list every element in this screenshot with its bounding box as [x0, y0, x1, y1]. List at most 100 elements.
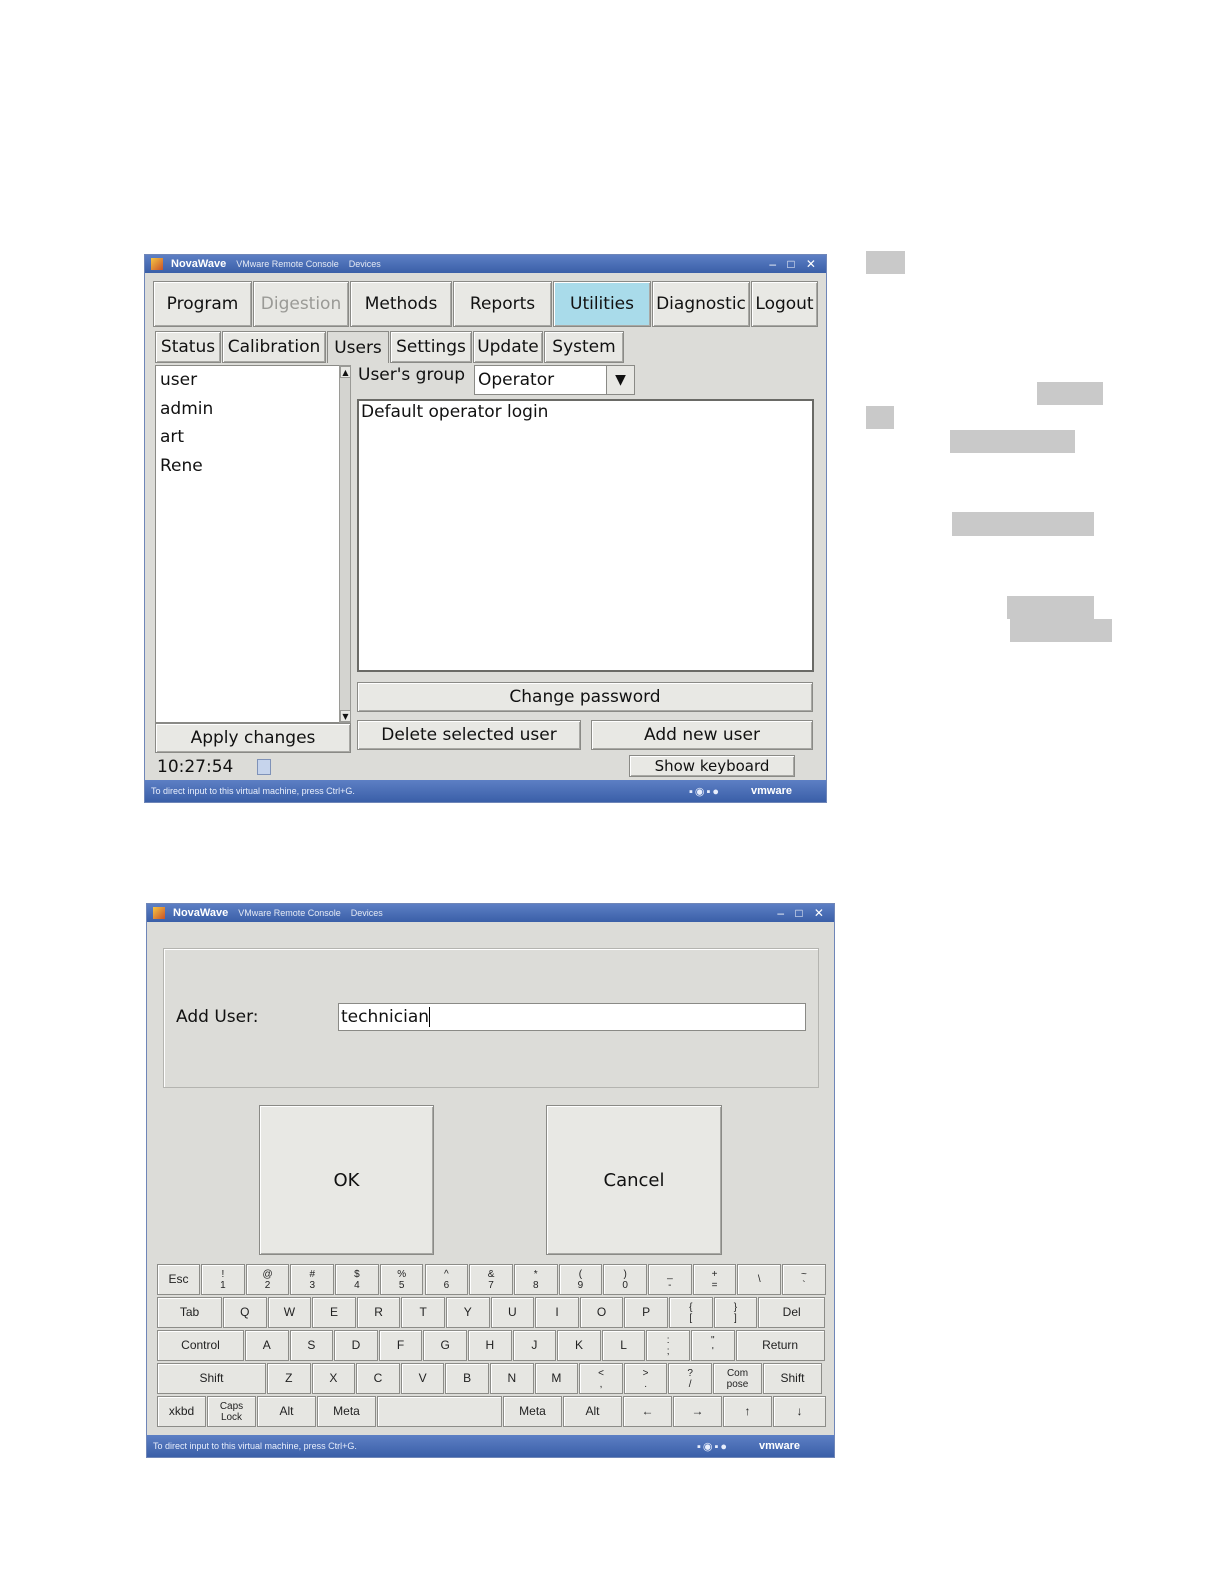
- key-c[interactable]: C: [356, 1363, 400, 1394]
- key-symbol[interactable]: \: [737, 1264, 782, 1295]
- user-description-field[interactable]: Default operator login: [357, 399, 814, 672]
- key-shift[interactable]: Shift: [157, 1363, 266, 1394]
- key-3[interactable]: #3: [290, 1264, 335, 1295]
- key-symbol[interactable]: " ': [691, 1330, 735, 1361]
- tab-digestion[interactable]: Digestion: [253, 281, 349, 327]
- key-9[interactable]: (9: [558, 1264, 603, 1295]
- list-item[interactable]: art: [156, 423, 339, 452]
- scroll-up-icon[interactable]: ▲: [340, 366, 351, 378]
- key-meta[interactable]: Meta: [317, 1396, 376, 1427]
- key-o[interactable]: O: [579, 1297, 624, 1328]
- key-space[interactable]: [377, 1396, 502, 1427]
- key-symbol[interactable]: ? /: [668, 1363, 712, 1394]
- apply-changes-button[interactable]: Apply changes: [155, 723, 351, 753]
- key-control[interactable]: Control: [157, 1330, 244, 1361]
- key-symbol[interactable]: ↑: [723, 1396, 772, 1427]
- key-n[interactable]: N: [490, 1363, 534, 1394]
- list-item[interactable]: admin: [156, 395, 339, 424]
- key-f[interactable]: F: [378, 1330, 423, 1361]
- key-k[interactable]: K: [557, 1330, 601, 1361]
- key-r[interactable]: R: [356, 1297, 401, 1328]
- key-y[interactable]: Y: [446, 1297, 490, 1328]
- show-keyboard-button[interactable]: Show keyboard: [629, 755, 795, 777]
- user-list-scrollbar[interactable]: ▲ ▼: [339, 365, 351, 723]
- key-7[interactable]: & 7: [469, 1264, 513, 1295]
- user-list[interactable]: user admin art Rene: [155, 365, 340, 723]
- list-item[interactable]: Rene: [156, 452, 339, 481]
- key-w[interactable]: W: [267, 1297, 312, 1328]
- key-v[interactable]: V: [400, 1363, 445, 1394]
- tab-diagnostic[interactable]: Diagnostic: [652, 281, 750, 327]
- delete-user-button[interactable]: Delete selected user: [357, 720, 581, 750]
- window-controls[interactable]: – □ ✕: [769, 257, 820, 271]
- key-z[interactable]: Z: [267, 1363, 311, 1394]
- key-e[interactable]: E: [312, 1297, 356, 1328]
- key-t[interactable]: T: [401, 1297, 445, 1328]
- key-esc[interactable]: Esc: [157, 1264, 200, 1295]
- cancel-button[interactable]: Cancel: [546, 1105, 722, 1255]
- change-password-button[interactable]: Change password: [357, 682, 813, 712]
- tab-methods[interactable]: Methods: [350, 281, 452, 327]
- key-symbol[interactable]: _ -: [648, 1264, 692, 1295]
- key-symbol[interactable]: }]: [713, 1297, 758, 1328]
- key-del[interactable]: Del: [758, 1297, 826, 1328]
- key-symbol[interactable]: <,: [579, 1363, 623, 1394]
- device-icons[interactable]: ▪◉▪●: [689, 785, 721, 798]
- key-symbol[interactable]: {[: [669, 1297, 713, 1328]
- devices-menu[interactable]: Devices: [351, 908, 383, 918]
- key-symbol[interactable]: + =: [692, 1264, 737, 1295]
- subtab-users[interactable]: Users: [327, 331, 389, 363]
- key-5[interactable]: % 5: [379, 1264, 424, 1295]
- key-symbol[interactable]: →: [673, 1396, 722, 1427]
- key-alt[interactable]: Alt: [257, 1396, 316, 1427]
- key-x[interactable]: X: [311, 1363, 356, 1394]
- key-symbol[interactable]: >.: [623, 1363, 668, 1394]
- key-l[interactable]: L: [601, 1330, 646, 1361]
- key-6[interactable]: ^ 6: [424, 1264, 469, 1295]
- tab-logout[interactable]: Logout: [751, 281, 818, 327]
- key-symbol[interactable]: ↓: [773, 1396, 826, 1427]
- key-d[interactable]: D: [334, 1330, 378, 1361]
- key-return[interactable]: Return: [735, 1330, 825, 1361]
- device-icons[interactable]: ▪◉▪●: [697, 1440, 729, 1453]
- add-user-input[interactable]: technician: [338, 1003, 806, 1031]
- subtab-calibration[interactable]: Calibration: [222, 331, 326, 363]
- subtab-update[interactable]: Update: [473, 331, 543, 363]
- key-i[interactable]: I: [535, 1297, 579, 1328]
- ok-button[interactable]: OK: [259, 1105, 434, 1255]
- tab-program[interactable]: Program: [153, 281, 252, 327]
- key-1[interactable]: ! 1: [201, 1264, 245, 1295]
- key-caps-lock[interactable]: Caps Lock: [207, 1396, 256, 1427]
- key-m[interactable]: M: [534, 1363, 579, 1394]
- key-4[interactable]: $4: [335, 1264, 379, 1295]
- users-group-select[interactable]: Operator ▼: [474, 365, 635, 395]
- key-xkbd[interactable]: xkbd: [157, 1396, 206, 1427]
- key-com-pose[interactable]: Com pose: [713, 1363, 762, 1394]
- add-user-button[interactable]: Add new user: [591, 720, 813, 750]
- key-j[interactable]: J: [512, 1330, 557, 1361]
- subtab-status[interactable]: Status: [155, 331, 221, 363]
- key-8[interactable]: * 8: [513, 1264, 558, 1295]
- key-symbol[interactable]: :;: [646, 1330, 690, 1361]
- key-symbol[interactable]: ~ `: [782, 1264, 826, 1295]
- key-g[interactable]: G: [423, 1330, 467, 1361]
- key-meta[interactable]: Meta: [503, 1396, 562, 1427]
- key-b[interactable]: B: [445, 1363, 489, 1394]
- window-controls[interactable]: – □ ✕: [777, 906, 828, 920]
- subtab-system[interactable]: System: [544, 331, 624, 363]
- key-symbol[interactable]: ←: [623, 1396, 672, 1427]
- key-p[interactable]: P: [624, 1297, 668, 1328]
- tab-utilities[interactable]: Utilities: [553, 281, 651, 327]
- key-u[interactable]: U: [490, 1297, 535, 1328]
- scroll-down-icon[interactable]: ▼: [340, 710, 351, 722]
- key-q[interactable]: Q: [223, 1297, 267, 1328]
- subtab-settings[interactable]: Settings: [390, 331, 472, 363]
- list-item[interactable]: user: [156, 366, 339, 395]
- chevron-down-icon[interactable]: ▼: [606, 366, 634, 394]
- clipboard-icon[interactable]: [257, 759, 271, 775]
- key-h[interactable]: H: [468, 1330, 512, 1361]
- key-shift[interactable]: Shift: [763, 1363, 822, 1394]
- key-a[interactable]: A: [245, 1330, 289, 1361]
- tab-reports[interactable]: Reports: [453, 281, 552, 327]
- key-tab[interactable]: Tab: [157, 1297, 222, 1328]
